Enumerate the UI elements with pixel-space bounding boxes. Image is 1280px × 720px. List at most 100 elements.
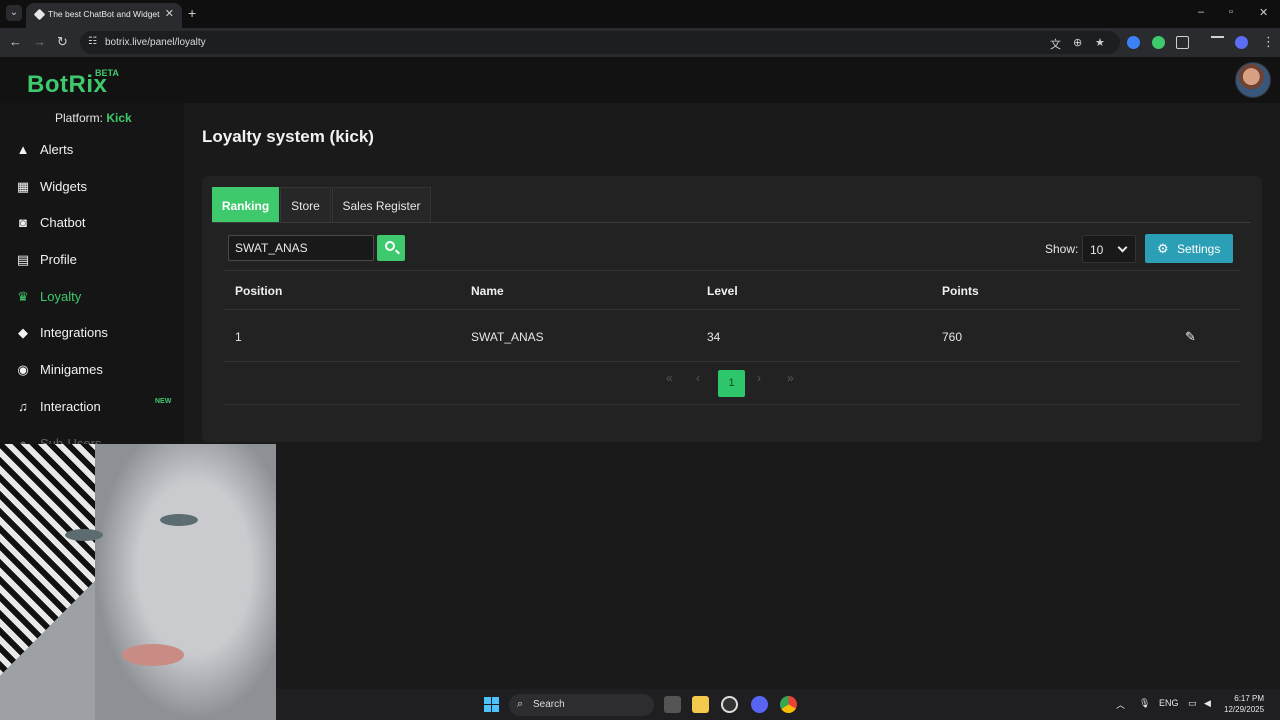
tab-ranking[interactable]: Ranking <box>212 187 279 223</box>
browser-menu-icon[interactable]: ⋮ <box>1262 34 1275 50</box>
tab-search-button[interactable]: ⌄ <box>6 5 22 21</box>
site-info-icon[interactable]: ☷ <box>88 36 97 47</box>
user-avatar[interactable] <box>1235 62 1271 98</box>
sidebar-item-label: Chatbot <box>40 215 86 230</box>
task-view-icon[interactable] <box>664 696 681 713</box>
sidebar-item-chatbot[interactable]: ◙ Chatbot <box>0 208 184 238</box>
sidebar-item-integrations[interactable]: ◆ Integrations <box>0 318 184 348</box>
search-icon <box>385 241 395 251</box>
settings-button[interactable]: ⚙ Settings <box>1145 234 1233 263</box>
tab-title: The best ChatBot and Widgets <box>48 9 160 19</box>
cell-level: 34 <box>707 330 721 344</box>
sidebar-item-alerts[interactable]: ▲ Alerts <box>0 135 184 165</box>
windows-start-icon[interactable] <box>484 697 499 712</box>
sidebar-item-minigames[interactable]: ◉ Minigames <box>0 355 184 385</box>
display-icon[interactable]: ▭ <box>1188 698 1197 709</box>
trophy-icon: ♛ <box>17 289 29 304</box>
row-divider <box>224 361 1240 362</box>
sidebar: Platform: Kick ▲ Alerts ▦ Widgets ◙ Chat… <box>0 103 184 444</box>
platform-value: Kick <box>106 111 132 125</box>
last-page-icon[interactable]: » <box>787 371 794 385</box>
robot-icon: ◙ <box>19 215 27 230</box>
taskbar-clock[interactable]: 6:17 PM 12/29/2025 <box>1224 693 1264 715</box>
clock-date: 12/29/2025 <box>1224 705 1265 714</box>
first-page-icon[interactable]: « <box>666 371 673 385</box>
language-indicator[interactable]: ENG <box>1159 698 1179 708</box>
close-window-icon[interactable]: ✕ <box>1259 6 1268 19</box>
sidebar-item-widgets[interactable]: ▦ Widgets <box>0 172 184 202</box>
users-icon: ● <box>19 436 27 444</box>
music-icon: ♫ <box>18 399 28 414</box>
next-page-icon[interactable]: › <box>757 371 761 385</box>
app-header: BotRix BETA <box>0 57 1280 103</box>
beta-badge: BETA <box>95 68 119 78</box>
platform-label: Platform: <box>55 111 104 125</box>
show-label: Show: <box>1045 242 1079 256</box>
chrome-icon[interactable] <box>780 696 797 713</box>
forward-icon[interactable]: → <box>33 34 46 49</box>
windows-taskbar: ⌕ Search ︿ 🎙 ENG ▭ ◀ 6:17 PM 12/29/2025 <box>276 689 1280 720</box>
grid-icon: ▦ <box>16 179 30 194</box>
header-divider <box>224 309 1240 310</box>
search-input[interactable] <box>228 235 374 261</box>
search-button[interactable] <box>377 235 405 261</box>
volume-icon[interactable]: ◀ <box>1204 698 1211 709</box>
webcam-overlay-image <box>0 444 276 720</box>
loyalty-card: Ranking Store Sales Register Show: 10 ⚙ … <box>202 176 1262 442</box>
restore-icon[interactable]: ▫ <box>1229 6 1233 18</box>
microphone-icon[interactable]: 🎙 <box>1139 698 1150 709</box>
platform-indicator: Platform: Kick <box>55 111 132 125</box>
reading-list-icon[interactable] <box>1211 36 1224 49</box>
reload-icon[interactable]: ↻ <box>57 34 68 50</box>
column-header-level: Level <box>707 284 738 298</box>
taskbar-search[interactable]: ⌕ Search <box>509 694 654 716</box>
browser-tab[interactable]: The best ChatBot and Widgets ✕ <box>26 3 182 28</box>
tab-sales-register[interactable]: Sales Register <box>332 187 431 223</box>
sidebar-item-label: Alerts <box>40 142 74 157</box>
id-card-icon: ▤ <box>16 252 30 267</box>
tray-chevron-up-icon[interactable]: ︿ <box>1116 698 1125 711</box>
eye-shape <box>65 529 103 541</box>
bookmark-star-icon[interactable]: ★ <box>1095 36 1105 49</box>
settings-label: Settings <box>1177 242 1221 256</box>
gamepad-icon: ◉ <box>17 362 29 377</box>
cube-icon: ◆ <box>18 325 28 340</box>
tab-store[interactable]: Store <box>280 187 331 223</box>
cell-position: 1 <box>235 330 242 344</box>
sidebar-item-loyalty[interactable]: ♛ Loyalty <box>0 282 184 312</box>
extension-icon[interactable] <box>1152 36 1165 49</box>
translate-icon[interactable]: 文 <box>1050 36 1061 52</box>
sidebar-item-sub-users[interactable]: ● Sub-Users <box>0 429 184 444</box>
page-title: Loyalty system (kick) <box>202 127 374 146</box>
site-favicon-icon <box>33 8 46 21</box>
prev-page-icon[interactable]: ‹ <box>696 371 700 385</box>
current-page-button[interactable]: 1 <box>718 370 745 397</box>
profile-extension-icon[interactable] <box>1235 36 1248 49</box>
edit-pencil-icon[interactable]: ✎ <box>1185 329 1196 345</box>
tab-close-icon[interactable]: ✕ <box>165 7 174 20</box>
browser-toolbar: ← → ↻ ☷ botrix.live/panel/loyalty 文 ⊕ ★ … <box>0 28 1280 57</box>
sidebar-item-profile[interactable]: ▤ Profile <box>0 245 184 275</box>
chevron-down-icon <box>1117 242 1128 253</box>
url-text: botrix.live/panel/loyalty <box>105 37 206 48</box>
minimize-icon[interactable]: – <box>1198 6 1204 18</box>
new-tab-button[interactable]: + <box>188 5 196 21</box>
sidebar-item-interaction[interactable]: ♫ Interaction NEW <box>0 392 184 422</box>
address-bar[interactable]: ☷ botrix.live/panel/loyalty 文 ⊕ ★ <box>80 31 1120 54</box>
back-icon[interactable]: ← <box>9 34 22 49</box>
page-size-select[interactable]: 10 <box>1082 235 1136 263</box>
extensions-puzzle-icon[interactable] <box>1176 36 1189 49</box>
zoom-icon[interactable]: ⊕ <box>1073 36 1082 49</box>
face-image <box>95 444 276 720</box>
sidebar-item-label: Interaction <box>40 399 101 414</box>
extension-icon[interactable] <box>1127 36 1140 49</box>
discord-icon[interactable] <box>751 696 768 713</box>
clock-time: 6:17 PM <box>1234 694 1265 703</box>
file-explorer-icon[interactable] <box>692 696 709 713</box>
sidebar-item-label: Minigames <box>40 362 103 377</box>
cell-name: SWAT_ANAS <box>471 330 544 344</box>
sidebar-item-label: Integrations <box>40 325 108 340</box>
warning-icon: ▲ <box>16 142 30 157</box>
app-icon[interactable] <box>721 696 738 713</box>
sidebar-item-label: Widgets <box>40 179 87 194</box>
